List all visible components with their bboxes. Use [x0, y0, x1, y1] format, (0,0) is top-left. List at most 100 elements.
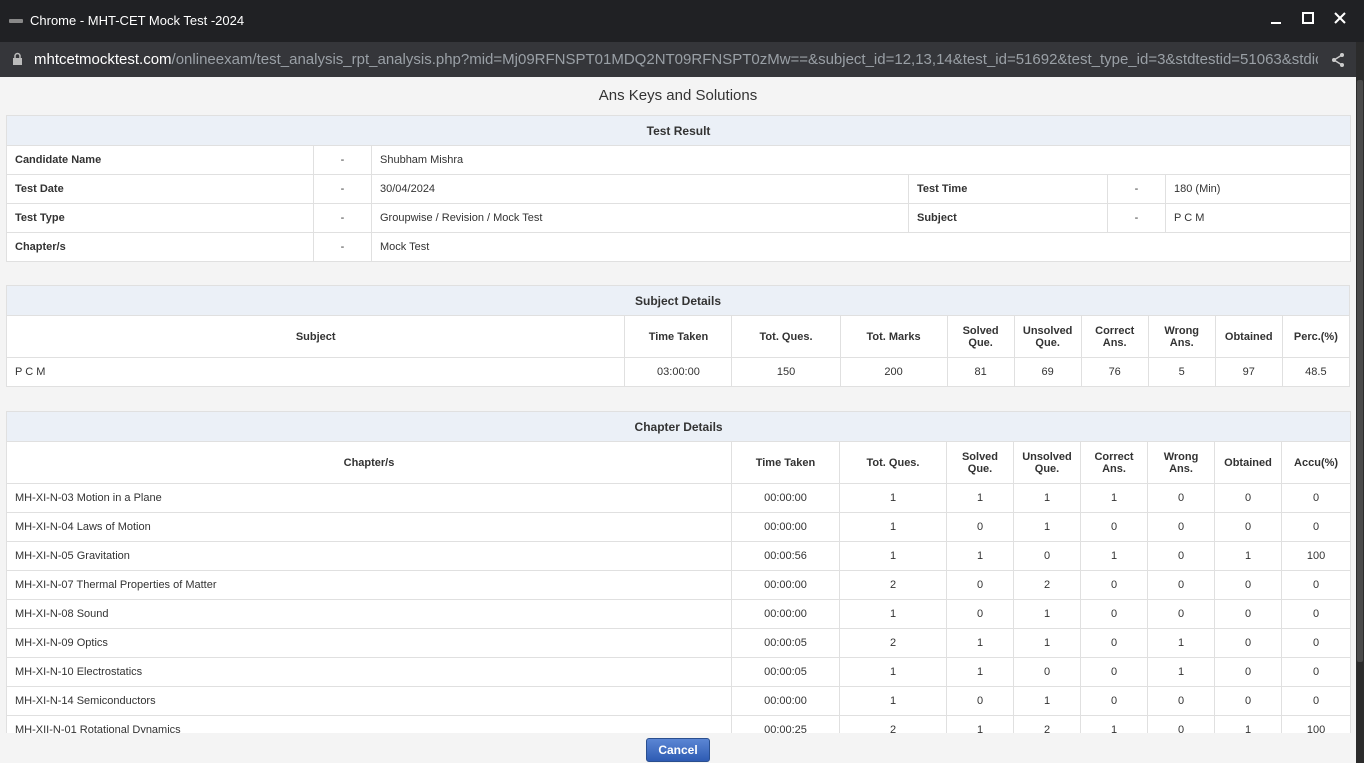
table-cell: 1 — [1080, 541, 1148, 571]
address-bar[interactable]: mhtcetmocktest.com/onlineexam/test_analy… — [0, 42, 1356, 77]
test-time-label: Test Time — [908, 174, 1108, 204]
window-title: Chrome - MHT-CET Mock Test -2024 — [30, 13, 245, 28]
column-header: Wrong Ans. — [1147, 441, 1215, 484]
share-icon[interactable] — [1330, 52, 1346, 73]
subject-value: P C M — [1164, 203, 1352, 233]
table-cell: 0 — [946, 599, 1014, 629]
minimize-icon[interactable] — [1265, 10, 1287, 32]
column-header: Subject — [5, 315, 626, 358]
table-cell: 0 — [1080, 599, 1148, 629]
table-cell: 0 — [1214, 483, 1282, 513]
table-cell: 0 — [1280, 483, 1352, 513]
table-cell: 03:00:00 — [624, 357, 733, 387]
table-cell: 00:00:00 — [731, 686, 840, 716]
table-cell: MH-XI-N-08 Sound — [6, 599, 732, 629]
column-header: Accu(%) — [1280, 441, 1352, 484]
table-row: MH-XI-N-10 Electrostatics 00:00:05 1 1 0 0 1 0 0 — [6, 657, 1352, 687]
table-cell: 0 — [1147, 570, 1215, 600]
table-cell: 2 — [839, 715, 947, 733]
table-cell: 1 — [1013, 599, 1081, 629]
table-cell: 0 — [1147, 715, 1215, 733]
table-cell: 81 — [946, 357, 1015, 387]
test-type-value: Groupwise / Revision / Mock Test — [371, 203, 909, 233]
table-cell: 0 — [1147, 599, 1215, 629]
chrome-app-icon — [9, 19, 23, 23]
test-date-label: Test Date — [6, 174, 314, 204]
table-cell: 0 — [946, 686, 1014, 716]
table-cell: 0 — [1214, 599, 1282, 629]
table-cell: 0 — [1013, 657, 1081, 687]
column-header: Time Taken — [731, 441, 840, 484]
table-cell: 1 — [1013, 686, 1081, 716]
subject-label: Subject — [908, 203, 1108, 233]
table-cell: 0 — [1214, 628, 1282, 658]
separator: - — [313, 174, 372, 204]
table-cell: 0 — [1214, 570, 1282, 600]
column-header: Obtained — [1214, 315, 1283, 358]
table-cell: MH-XI-N-05 Gravitation — [6, 541, 732, 571]
table-cell: 0 — [1214, 686, 1282, 716]
table-cell: 1 — [1013, 512, 1081, 542]
table-cell: 1 — [1080, 483, 1148, 513]
column-header: Solved Que. — [946, 441, 1014, 484]
table-cell: MH-XI-N-09 Optics — [6, 628, 732, 658]
table-cell: 00:00:25 — [731, 715, 840, 733]
table-cell: 1 — [946, 483, 1014, 513]
table-cell: 0 — [1280, 628, 1352, 658]
column-header: Tot. Marks — [839, 315, 948, 358]
table-cell: 1 — [1214, 541, 1282, 571]
table-cell: 1 — [946, 541, 1014, 571]
table-cell: 0 — [1080, 628, 1148, 658]
test-type-label: Test Type — [6, 203, 314, 233]
table-cell: 00:00:00 — [731, 599, 840, 629]
table-cell: 100 — [1280, 541, 1352, 571]
table-cell: 0 — [1080, 570, 1148, 600]
table-cell: 0 — [1013, 541, 1081, 571]
chapter-details-table: Chapter Details Chapter/s Time Taken Tot… — [5, 411, 1352, 733]
candidate-name-value: Shubham Mishra — [370, 145, 1352, 175]
table-cell: MH-XI-N-10 Electrostatics — [6, 657, 732, 687]
table-row: MH-XI-N-14 Semiconductors 00:00:00 1 0 1 0 0 0 0 — [6, 686, 1352, 716]
subject-details-table: Subject Details Subject Time Taken Tot. … — [5, 285, 1351, 387]
table-cell: 0 — [946, 570, 1014, 600]
column-header: Correct Ans. — [1080, 441, 1148, 484]
url-text[interactable]: mhtcetmocktest.com/onlineexam/test_analy… — [34, 51, 1318, 68]
table-cell: 1 — [946, 628, 1014, 658]
table-cell: 97 — [1214, 357, 1283, 387]
table-cell: 2 — [1013, 570, 1081, 600]
table-row: MH-XI-N-04 Laws of Motion 00:00:00 1 0 1 0 0 0 0 — [6, 512, 1352, 542]
table-cell: 0 — [1280, 686, 1352, 716]
table-cell: MH-XI-N-03 Motion in a Plane — [6, 483, 732, 513]
column-header: Tot. Ques. — [731, 315, 841, 358]
table-cell: 0 — [1147, 541, 1215, 571]
test-result-caption: Test Result — [5, 115, 1352, 146]
cancel-button[interactable]: Cancel — [646, 738, 710, 762]
table-cell: 1 — [1214, 715, 1282, 733]
window-titlebar: Chrome - MHT-CET Mock Test -2024 — [0, 0, 1364, 42]
page-title: Ans Keys and Solutions — [598, 87, 758, 104]
scrollbar-thumb[interactable] — [1357, 80, 1363, 662]
table-cell: 0 — [1214, 512, 1282, 542]
separator: - — [313, 232, 372, 262]
table-row: P C M 03:00:00 150 200 81 69 76 5 97 48.… — [5, 357, 1351, 387]
table-cell: 00:00:56 — [731, 541, 840, 571]
candidate-name-label: Candidate Name — [6, 145, 314, 175]
table-cell: 150 — [731, 357, 841, 387]
column-header: Perc.(%) — [1281, 315, 1351, 358]
column-header: Wrong Ans. — [1147, 315, 1216, 358]
test-time-value: 180 (Min) — [1164, 174, 1352, 204]
table-cell: 00:00:00 — [731, 483, 840, 513]
table-cell: 0 — [1280, 570, 1352, 600]
table-cell: 0 — [1147, 512, 1215, 542]
maximize-icon[interactable] — [1297, 10, 1319, 32]
column-header: Tot. Ques. — [839, 441, 947, 484]
table-cell: 48.5 — [1281, 357, 1351, 387]
test-date-value: 30/04/2024 — [371, 174, 909, 204]
close-icon[interactable] — [1329, 10, 1351, 32]
table-cell: 1 — [946, 657, 1014, 687]
url-path: /onlineexam/test_analysis_rpt_analysis.p… — [171, 51, 1318, 68]
table-cell: 5 — [1147, 357, 1216, 387]
table-cell: 200 — [839, 357, 948, 387]
table-cell: 0 — [1080, 657, 1148, 687]
subject-details-caption: Subject Details — [6, 285, 1350, 316]
